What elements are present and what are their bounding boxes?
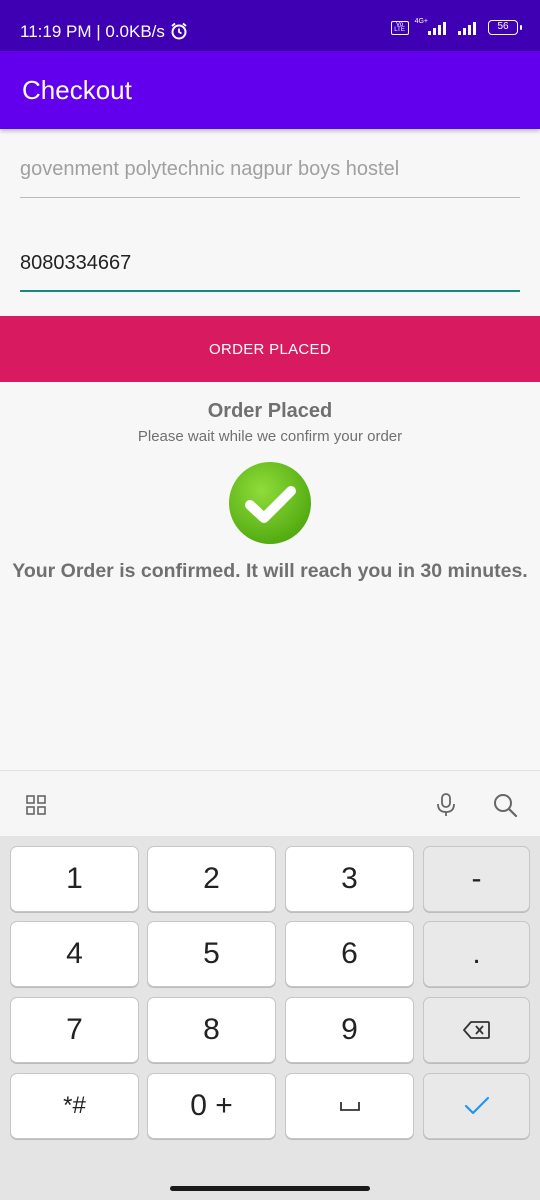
phone-input[interactable] [20, 252, 520, 275]
status-time: 11:19 PM | 0.0KB/s [20, 22, 165, 41]
address-field[interactable] [20, 158, 520, 198]
phone-field[interactable] [20, 252, 520, 292]
key-1[interactable]: 1 [10, 846, 139, 912]
space-key[interactable] [285, 1073, 414, 1139]
key-7[interactable]: 7 [10, 997, 139, 1063]
signal-strength-icon-2 [458, 21, 476, 35]
key-minus[interactable]: - [423, 846, 530, 912]
key-star-hash[interactable]: *# [10, 1073, 139, 1139]
confirmation-subtitle: Please wait while we confirm your order [137, 428, 403, 445]
battery-icon: 56 [488, 20, 522, 35]
apps-grid-icon[interactable] [26, 795, 46, 815]
space-icon [339, 1102, 360, 1111]
key-4[interactable]: 4 [10, 921, 139, 987]
numeric-keyboard: 1 2 3 - 4 5 6 . 7 8 9 *# 0 + [0, 836, 540, 1148]
status-icons: Vo LTE 4G+ 56 [390, 18, 522, 35]
key-0-plus[interactable]: 0 + [147, 1073, 276, 1139]
key-9[interactable]: 9 [285, 997, 414, 1063]
signal-strength-icon [428, 21, 446, 35]
navigation-bar [0, 1148, 540, 1200]
address-input[interactable] [20, 158, 520, 181]
status-bar: 11:19 PM | 0.0KB/s Vo LTE 4G+ 56 [0, 0, 540, 51]
key-5[interactable]: 5 [147, 921, 276, 987]
order-placed-button[interactable]: ORDER PLACED [0, 316, 540, 382]
home-indicator[interactable] [170, 1186, 370, 1191]
done-key[interactable] [423, 1073, 530, 1139]
keyboard-toolbar [0, 770, 540, 836]
confirmation-message: Your Order is confirmed. It will reach y… [12, 560, 528, 582]
check-circle-icon [229, 462, 311, 544]
volte-icon: Vo LTE [390, 20, 409, 35]
alarm-icon [171, 22, 187, 40]
key-2[interactable]: 2 [147, 846, 276, 912]
checkmark-icon [464, 1096, 489, 1115]
microphone-icon[interactable] [435, 792, 457, 818]
backspace-key[interactable] [423, 997, 530, 1063]
network-type-label: 4G+ [414, 18, 428, 25]
page-title: Checkout [22, 75, 132, 105]
backspace-icon [462, 1021, 490, 1039]
key-8[interactable]: 8 [147, 997, 276, 1063]
key-3[interactable]: 3 [285, 846, 414, 912]
key-period[interactable]: . [423, 921, 530, 987]
key-6[interactable]: 6 [285, 921, 414, 987]
app-bar: Checkout [0, 51, 540, 129]
search-icon[interactable] [492, 792, 518, 818]
confirmation-title: Order Placed [207, 400, 333, 422]
